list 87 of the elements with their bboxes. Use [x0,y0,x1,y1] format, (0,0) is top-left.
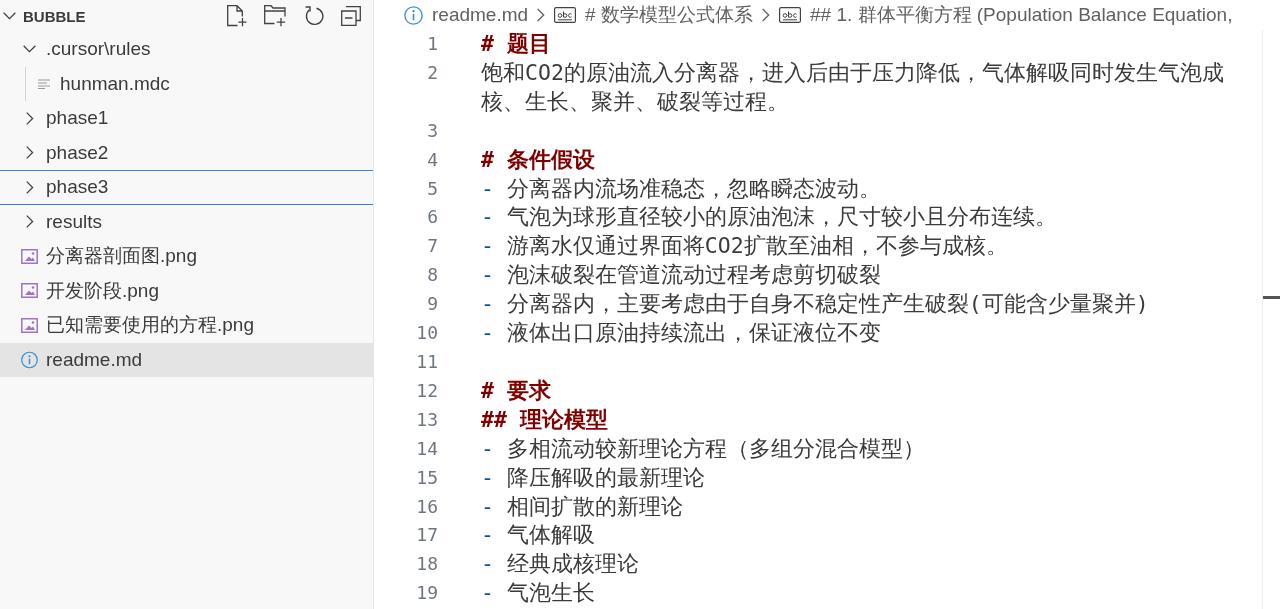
heading-text: 要求 [506,377,551,403]
list-marker: - [481,551,494,577]
line-number: 6 [426,205,438,230]
refresh-icon[interactable] [304,5,324,27]
list-marker: - [481,204,494,230]
tree-item[interactable]: .cursor\rules [0,32,373,67]
info-icon [21,350,38,369]
line-number: 14 [415,436,438,461]
line-number: 18 [415,552,438,577]
list-item-text: 经典成核理论 [506,551,639,577]
list-marker: - [481,262,494,288]
collapse-all-icon[interactable] [341,6,361,26]
list-marker: - [481,522,494,548]
line-number: 9 [426,292,438,317]
list-item-text: 分离器内，主要考虑由于自身不稳定性产生破裂(可能含少量聚并) [506,291,1149,317]
symbol-string-icon [778,7,801,23]
breadcrumb-item[interactable]: readme.md [432,4,529,26]
chevron-right-icon[interactable] [25,111,34,125]
list-marker: - [481,493,494,519]
symbol-string-icon [554,7,577,23]
list-marker: - [481,580,494,606]
chevron-right-icon[interactable] [25,146,34,160]
list-item-text: 多相流动较新理论方程（多组分混合模型） [506,435,925,461]
list-item-text: 分离器内流场准稳态，忽略瞬态波动。 [506,175,881,201]
list-marker: - [481,291,494,317]
cursor-marker-icon [1263,296,1280,299]
list-marker: - [481,464,494,490]
image-file-icon [21,283,38,299]
breadcrumb-item[interactable]: # 数学模型公式体系 [585,2,753,28]
heading-text: 理论模型 [519,406,608,432]
list-marker: - [481,435,494,461]
line-number: 11 [415,349,438,374]
list-item-text: 液体出口原油持续流出，保证液位不变 [506,320,881,346]
line-number: 12 [415,378,438,403]
line-number: 2 [426,60,438,85]
line-number: 5 [426,176,438,201]
text-file-icon [37,78,50,89]
paragraph-text: 饱和CO2的原油流入分离器，进入后由于压力降低，气体解吸同时发生气泡成核、生长、聚并、破裂等过程。 [481,59,1224,114]
heading-marker: # [481,377,494,403]
line-number: 3 [426,118,438,143]
list-marker: - [481,233,494,259]
tree-item[interactable]: phase2 [0,135,373,170]
tree-item[interactable]: hunman.mdc [0,66,373,101]
line-number: 15 [415,465,438,490]
tree-item[interactable]: phase1 [0,101,373,136]
list-marker: - [481,175,494,201]
list-item-text: 气体解吸 [506,522,595,548]
list-item-text: 游离水仅通过界面将CO2扩散至油相，不参与成核。 [506,233,1008,259]
tree-item[interactable]: 分离器剖面图.png [0,239,373,274]
chevron-right-icon [761,8,770,22]
list-item-text: 气泡为球形直径较小的原油泡沫，尺寸较小且分布连续。 [506,204,1057,230]
tree-item[interactable]: readme.md [0,342,373,377]
tree-item[interactable]: phase3 [0,170,373,205]
chevron-right-icon[interactable] [25,215,34,229]
chevron-right-icon[interactable] [25,180,34,194]
line-number: 16 [415,494,438,519]
chevron-right-icon [537,8,546,22]
heading-marker: # [481,146,494,172]
line-number: 13 [415,407,438,432]
line-number: 7 [426,234,438,259]
tree-item[interactable]: results [0,204,373,239]
list-item-text: 相间扩散的新理论 [506,493,683,519]
list-item-text: 泡沫破裂在管道流动过程考虑剪切破裂 [506,262,881,288]
heading-marker: # [481,31,494,56]
chevron-down-icon[interactable] [23,45,36,54]
breadcrumb-item[interactable]: ## 1. 群体平衡方程 (Population Balance Equation, [809,2,1233,28]
line-number: 1 [426,32,438,56]
line-number: 17 [415,523,438,548]
info-icon [404,5,423,25]
line-number: 10 [415,321,438,346]
explorer-title: BUBBLE [23,7,86,25]
line-number: 4 [426,147,438,172]
tree-item[interactable]: 已知需要使用的方程.png [0,308,373,343]
heading-marker: ## [481,406,507,432]
line-number: 19 [415,581,438,606]
list-item-text: 气泡生长 [506,580,595,606]
chevron-down-icon[interactable] [3,12,16,20]
new-file-icon[interactable] [227,5,247,27]
image-file-icon [21,248,38,264]
tree-item[interactable]: 开发阶段.png [0,273,373,308]
line-number: 8 [426,263,438,288]
heading-text: 条件假设 [506,146,595,172]
list-marker: - [481,320,494,346]
image-file-icon [21,317,38,333]
heading-text: 题目 [506,31,551,56]
new-folder-icon[interactable] [264,5,287,27]
list-item-text: 降压解吸的最新理论 [506,464,705,490]
